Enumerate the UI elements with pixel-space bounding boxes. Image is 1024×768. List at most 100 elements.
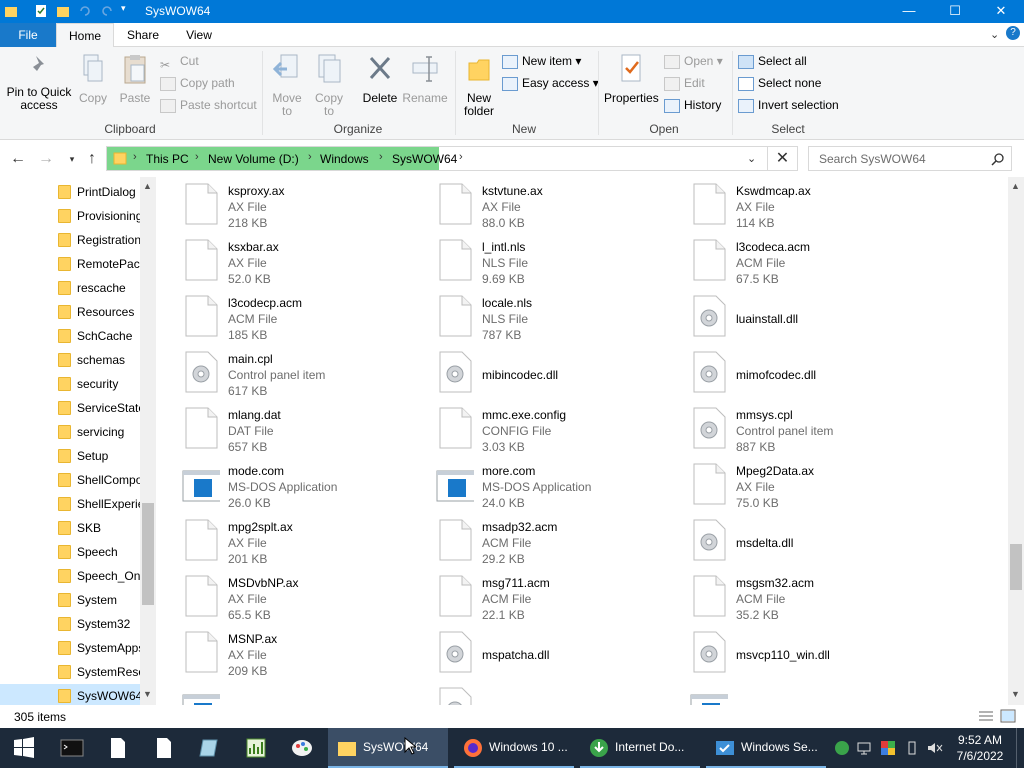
delete-button[interactable]: Delete (359, 53, 401, 105)
file-item[interactable]: ksxbar.ax AX File 52.0 KB (176, 233, 426, 287)
file-item[interactable]: mmc.exe.config CONFIG File 3.03 KB (430, 401, 680, 455)
nav-item[interactable]: Provisioning (0, 204, 140, 228)
breadcrumb-this-pc[interactable]: This PC (146, 152, 189, 166)
nav-item-selected[interactable]: SysWOW64 (0, 684, 140, 705)
file-item[interactable]: l_intl.nls NLS File 9.69 KB (430, 233, 680, 287)
nav-item[interactable]: Speech (0, 540, 140, 564)
file-item[interactable]: msdelta.dll (684, 513, 934, 567)
nav-item[interactable]: security (0, 372, 140, 396)
file-item[interactable]: mmsys.cpl Control panel item 887 KB (684, 401, 934, 455)
help-icon[interactable]: ? (1006, 26, 1020, 40)
tab-home[interactable]: Home (56, 23, 114, 48)
color-tray-icon[interactable] (880, 740, 896, 756)
address-dropdown-icon[interactable]: ⌄ (747, 152, 756, 165)
collapse-ribbon-icon[interactable]: ⌄ (990, 28, 999, 41)
taskbar-item-idm[interactable]: Internet Do... (580, 728, 700, 768)
nav-item[interactable]: System (0, 588, 140, 612)
nav-item[interactable]: SystemResources (0, 660, 140, 684)
select-all-button[interactable]: Select all (738, 51, 807, 71)
breadcrumb-windows[interactable]: Windows (320, 152, 369, 166)
details-view-icon[interactable] (978, 710, 994, 722)
chart-app-icon[interactable] (244, 736, 268, 760)
scroll-up-icon[interactable]: ▲ (1011, 181, 1020, 191)
file-item[interactable]: mode.com MS-DOS Application 26.0 KB (176, 457, 426, 511)
taskbar-item-explorer[interactable]: SysWOW64 (328, 728, 448, 768)
large-icons-view-icon[interactable] (1000, 709, 1016, 723)
redo-icon[interactable] (100, 4, 114, 18)
customize-toolbar-icon[interactable]: ▾ (121, 3, 135, 17)
show-desktop-button[interactable] (1016, 728, 1017, 768)
search-input[interactable]: Search SysWOW64 (808, 146, 1012, 171)
nav-item[interactable]: ServiceState (0, 396, 140, 420)
copy-to-button[interactable]: Copy to (310, 53, 348, 118)
safely-remove-icon[interactable] (904, 740, 920, 756)
nav-scroll-thumb[interactable] (142, 503, 154, 605)
file-item[interactable]: msgsm32.acm ACM File 35.2 KB (684, 569, 934, 623)
nav-item[interactable]: SchCache (0, 324, 140, 348)
file-item[interactable]: MSDvbNP.ax AX File 65.5 KB (176, 569, 426, 623)
file-item[interactable]: msadp32.acm ACM File 29.2 KB (430, 513, 680, 567)
new-folder-quick-icon[interactable] (56, 4, 70, 18)
breadcrumb-new-volume[interactable]: New Volume (D:) (208, 152, 299, 166)
easy-access-button[interactable]: Easy access ▾ (502, 73, 599, 93)
scroll-down-icon[interactable]: ▼ (143, 689, 152, 699)
file-item[interactable]: Mpeg2Data.ax AX File 75.0 KB (684, 457, 934, 511)
file-item[interactable]: luainstall.dll (684, 289, 934, 343)
minimize-button[interactable]: — (886, 0, 932, 23)
nav-item[interactable]: System32 (0, 612, 140, 636)
open-button[interactable]: Open ▾ (664, 51, 723, 71)
file-item[interactable]: mpg2splt.ax AX File 201 KB (176, 513, 426, 567)
paste-shortcut-button[interactable]: Paste shortcut (160, 95, 257, 115)
volume-muted-icon[interactable] (926, 740, 944, 756)
file-item[interactable]: kstvtune.ax AX File 88.0 KB (430, 177, 680, 231)
nav-item[interactable]: ShellComponents (0, 468, 140, 492)
command-prompt-icon[interactable] (60, 736, 84, 760)
paste-button[interactable]: Paste (118, 53, 152, 105)
breadcrumb-syswow64[interactable]: SysWOW64 (392, 152, 457, 166)
file-item[interactable]: mlang.dat DAT File 657 KB (176, 401, 426, 455)
nav-item[interactable]: SKB (0, 516, 140, 540)
invert-selection-button[interactable]: Invert selection (738, 95, 839, 115)
back-arrow-icon[interactable]: ← (8, 150, 28, 168)
content-scroll-thumb[interactable] (1010, 544, 1022, 590)
file-item[interactable]: mimofcodec.dll (684, 345, 934, 399)
nav-item[interactable]: rescache (0, 276, 140, 300)
nav-item[interactable]: PrintDialog (0, 180, 140, 204)
windows-start-icon[interactable] (12, 736, 36, 760)
document-icon[interactable] (152, 736, 176, 760)
nav-item[interactable]: schemas (0, 348, 140, 372)
file-item[interactable]: mspatcha.dll (430, 625, 680, 679)
nav-item[interactable]: servicing (0, 420, 140, 444)
content-scrollbar[interactable]: ▲ ▼ (1008, 177, 1024, 705)
file-item[interactable]: ncpa.cpl (430, 681, 680, 705)
file-item[interactable]: main.cpl Control panel item 617 KB (176, 345, 426, 399)
move-to-button[interactable]: Move to (268, 53, 306, 118)
rename-button[interactable]: Rename (402, 53, 448, 105)
tray-idm-icon[interactable] (834, 740, 850, 756)
file-item[interactable]: more.com MS-DOS Application 24.0 KB (430, 457, 680, 511)
stop-loading-icon[interactable]: ✕ (768, 146, 798, 171)
file-item[interactable]: mibincodec.dll (430, 345, 680, 399)
nav-item[interactable]: Registration (0, 228, 140, 252)
up-arrow-icon[interactable]: ↑ (82, 150, 102, 168)
address-bar[interactable]: › This PC › New Volume (D:) › Windows › … (106, 146, 768, 171)
properties-quick-icon[interactable] (34, 4, 48, 18)
forward-arrow-icon[interactable]: → (36, 150, 56, 168)
paint-icon[interactable] (290, 736, 314, 760)
new-item-button[interactable]: New item ▾ (502, 51, 581, 71)
nav-item[interactable]: ShellExperiences (0, 492, 140, 516)
taskbar-item-setup[interactable]: Windows Se... (706, 728, 826, 768)
file-item[interactable]: MuiUnattend.exe (176, 681, 426, 705)
file-item[interactable]: l3codecp.acm ACM File 185 KB (176, 289, 426, 343)
copy-button[interactable]: Copy (76, 53, 110, 105)
file-item[interactable]: Kswdmcap.ax AX File 114 KB (684, 177, 934, 231)
maximize-button[interactable]: ☐ (932, 0, 978, 23)
scroll-down-icon[interactable]: ▼ (1011, 689, 1020, 699)
recent-locations-icon[interactable]: ▾ (62, 150, 82, 168)
tab-view[interactable]: View (172, 23, 226, 47)
nav-item[interactable]: Setup (0, 444, 140, 468)
edit-button[interactable]: Edit (664, 73, 705, 93)
nav-item[interactable]: Speech_OneCore (0, 564, 140, 588)
history-button[interactable]: History (664, 95, 721, 115)
nav-item[interactable]: RemotePackages (0, 252, 140, 276)
